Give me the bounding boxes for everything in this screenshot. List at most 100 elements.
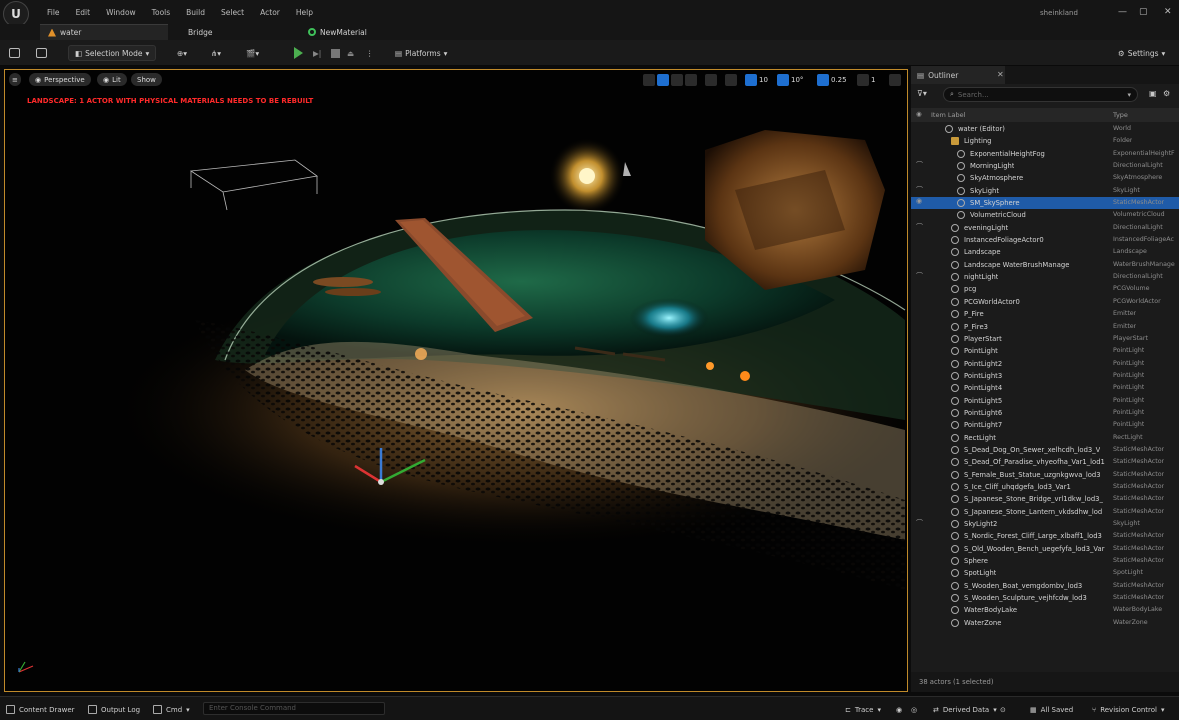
visibility-eye-icon[interactable]: ⌒ xyxy=(916,185,923,195)
outliner-row[interactable]: PlayerStart PlayerStart xyxy=(911,333,1179,345)
add-folder-icon[interactable]: ▣ xyxy=(1149,89,1157,98)
outliner-row[interactable]: PointLight7 PointLight xyxy=(911,419,1179,431)
outliner-row[interactable]: RectLight RectLight xyxy=(911,432,1179,444)
search-input[interactable]: ⌕ Search... ▾ xyxy=(943,87,1138,102)
broadcast-icon[interactable]: ◎ xyxy=(911,703,917,716)
outliner-row[interactable]: ⌒ SkyLight SkyLight xyxy=(911,185,1179,197)
outliner-row[interactable]: WaterZone WaterZone xyxy=(911,617,1179,629)
more-options-icon[interactable]: ⋮ xyxy=(366,45,374,61)
outliner-row[interactable]: Landscape WaterBrushManage WaterBrushMana… xyxy=(911,259,1179,271)
type-column[interactable]: Type xyxy=(1113,111,1128,119)
menu-item-edit[interactable]: Edit xyxy=(68,8,99,17)
menu-item-actor[interactable]: Actor xyxy=(252,8,288,17)
scale-tool-icon[interactable] xyxy=(685,73,697,86)
stop-button[interactable] xyxy=(331,45,340,61)
cinematics-button[interactable]: 🎬▾ xyxy=(246,45,259,61)
outliner-row[interactable]: ExponentialHeightFog ExponentialHeightF xyxy=(911,148,1179,160)
outliner-row[interactable]: S_Ice_Cliff_uhqdgefa_lod3_Var1 StaticMesh… xyxy=(911,481,1179,493)
visibility-eye-icon[interactable]: ⌒ xyxy=(916,222,923,232)
tab-bridge[interactable]: Bridge xyxy=(180,24,290,40)
outliner-row[interactable]: S_Old_Wooden_Bench_uegefyfa_lod3_Var Stat… xyxy=(911,543,1179,555)
visibility-column-icon[interactable]: ◉ xyxy=(916,110,922,118)
outliner-row[interactable]: ⌒ SkyLight2 SkyLight xyxy=(911,518,1179,530)
outliner-row[interactable]: ◉ SM_SkySphere StaticMeshActor xyxy=(911,197,1179,210)
outliner-row[interactable]: S_Dead_Of_Paradise_vhyeofha_Var1_lod1 Sta… xyxy=(911,456,1179,468)
rotate-tool-icon[interactable] xyxy=(671,73,683,86)
outliner-row[interactable]: ⌒ nightLight DirectionalLight xyxy=(911,271,1179,283)
maximize-icon[interactable]: ▢ xyxy=(1139,7,1148,17)
source-icon[interactable]: ⊙ xyxy=(1000,703,1006,716)
outliner-row[interactable]: PointLight PointLight xyxy=(911,345,1179,357)
cmd-button[interactable]: Cmd ▾ xyxy=(153,703,190,716)
rotation-snap-button[interactable]: 10° xyxy=(777,73,803,86)
scale-snap-button[interactable]: 0.25 xyxy=(817,73,847,86)
outliner-row[interactable]: S_Wooden_Sculpture_vejhfcdw_lod3 StaticMe… xyxy=(911,592,1179,604)
save-icon[interactable] xyxy=(9,45,20,61)
level-viewport[interactable]: ≡ ◉ Perspective ◉ Lit Show 10 10° 0.25 1… xyxy=(4,69,908,692)
outliner-row[interactable]: SpotLight SpotLight xyxy=(911,567,1179,579)
outliner-row[interactable]: pcg PCGVolume xyxy=(911,283,1179,295)
outliner-row[interactable]: SkyAtmosphere SkyAtmosphere xyxy=(911,172,1179,184)
selection-mode-button[interactable]: ◧ Selection Mode ▾ xyxy=(68,45,157,61)
menu-item-tools[interactable]: Tools xyxy=(144,8,178,17)
menu-item-help[interactable]: Help xyxy=(288,8,321,17)
outliner-row[interactable]: ⌒ MorningLight DirectionalLight xyxy=(911,160,1179,172)
outliner-row[interactable]: PCGWorldActor0 PCGWorldActor xyxy=(911,296,1179,308)
surface-snap-icon[interactable] xyxy=(725,73,737,86)
output-log-button[interactable]: Output Log xyxy=(88,703,140,716)
grid-snap-button[interactable]: 10 xyxy=(745,73,768,86)
platforms-button[interactable]: ▤ Platforms ▾ xyxy=(395,45,447,61)
eject-button[interactable]: ⏏ xyxy=(347,45,354,61)
world-local-icon[interactable] xyxy=(705,73,717,86)
add-actor-button[interactable]: ⊕▾ xyxy=(177,45,187,61)
visibility-eye-icon[interactable]: ⌒ xyxy=(916,271,923,281)
content-drawer-button[interactable]: Content Drawer xyxy=(6,703,75,716)
blueprint-button[interactable]: ⋔▾ xyxy=(211,45,221,61)
select-tool-icon[interactable] xyxy=(643,73,655,86)
outliner-row[interactable]: S_Japanese_Stone_Bridge_vrl1dkw_lod3_ Sta… xyxy=(911,493,1179,505)
outliner-row[interactable]: PointLight5 PointLight xyxy=(911,395,1179,407)
minimize-icon[interactable]: — xyxy=(1118,7,1127,17)
item-label-column[interactable]: Item Label xyxy=(931,111,965,119)
all-saved-button[interactable]: ▦ All Saved xyxy=(1030,703,1073,716)
outliner-row[interactable]: PointLight3 PointLight xyxy=(911,370,1179,382)
outliner-row[interactable]: ⌒ eveningLight DirectionalLight xyxy=(911,222,1179,234)
outliner-row[interactable]: WaterBodyLake WaterBodyLake xyxy=(911,604,1179,616)
perspective-button[interactable]: ◉ Perspective xyxy=(29,73,91,86)
outliner-row[interactable]: PointLight4 PointLight xyxy=(911,382,1179,394)
visibility-eye-icon[interactable]: ⌒ xyxy=(916,518,923,528)
menu-item-select[interactable]: Select xyxy=(213,8,252,17)
trace-button[interactable]: ⊏ Trace ▾ xyxy=(845,703,881,716)
revision-control-button[interactable]: ⑂ Revision Control ▾ xyxy=(1092,703,1165,716)
outliner-row[interactable]: Lighting Folder xyxy=(911,135,1179,147)
outliner-row[interactable]: P_Fire Emitter xyxy=(911,308,1179,320)
settings-button[interactable]: ⚙ Settings ▾ xyxy=(1118,45,1165,61)
visibility-eye-icon[interactable]: ⌒ xyxy=(916,160,923,170)
menu-item-window[interactable]: Window xyxy=(98,8,144,17)
tab-newmaterial[interactable]: NewMaterial xyxy=(300,24,420,40)
outliner-row[interactable]: water (Editor) World xyxy=(911,123,1179,135)
outliner-row[interactable]: S_Dead_Dog_On_Sewer_xelhcdh_lod3_V Static… xyxy=(911,444,1179,456)
viewport-menu-icon[interactable]: ≡ xyxy=(9,73,21,86)
outliner-row[interactable]: Sphere StaticMeshActor xyxy=(911,555,1179,567)
camera-speed-button[interactable]: 1 xyxy=(857,73,875,86)
record-icon[interactable]: ◉ xyxy=(896,703,902,716)
menu-item-build[interactable]: Build xyxy=(178,8,213,17)
play-button[interactable] xyxy=(294,45,303,61)
outliner-row[interactable]: S_Female_Bust_Statue_uzgnkgwva_lod3 Stati… xyxy=(911,469,1179,481)
tab-outliner[interactable]: ▤ Outliner xyxy=(911,66,1005,84)
show-button[interactable]: Show xyxy=(131,73,162,86)
outliner-row[interactable]: S_Wooden_Boat_vemgdombv_lod3 StaticMeshAc… xyxy=(911,580,1179,592)
outliner-row[interactable]: PointLight6 PointLight xyxy=(911,407,1179,419)
outliner-row[interactable]: S_Nordic_Forest_Cliff_Large_xlbaff1_lod3… xyxy=(911,530,1179,542)
lit-button[interactable]: ◉ Lit xyxy=(97,73,127,86)
close-icon[interactable]: ✕ xyxy=(997,70,1004,79)
browse-icon[interactable] xyxy=(36,45,47,61)
filter-icon[interactable]: ⊽▾ xyxy=(917,89,927,98)
menu-item-file[interactable]: File xyxy=(39,8,68,17)
visibility-eye-icon[interactable]: ◉ xyxy=(916,197,922,205)
move-tool-icon[interactable] xyxy=(657,73,669,86)
outliner-row[interactable]: VolumetricCloud VolumetricCloud xyxy=(911,209,1179,221)
outliner-row[interactable]: PointLight2 PointLight xyxy=(911,358,1179,370)
derived-data-button[interactable]: ⇄ Derived Data ▾ xyxy=(933,703,997,716)
